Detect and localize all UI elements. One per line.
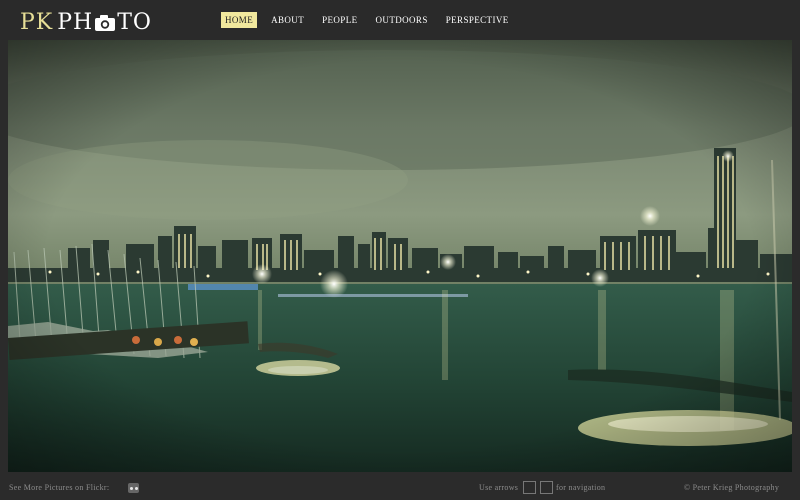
footer-bar: See More Pictures on Flickr: Use arrows … <box>0 475 800 500</box>
main-nav: HOME ABOUT PEOPLE OUTDOORS PERSPECTIVE <box>221 12 513 28</box>
nav-perspective[interactable]: PERSPECTIVE <box>442 12 513 28</box>
logo-word-end: TO <box>117 9 152 35</box>
nav-people[interactable]: PEOPLE <box>318 12 361 28</box>
arrow-right-key-icon[interactable] <box>540 481 553 494</box>
camera-icon <box>94 13 116 31</box>
nav-about[interactable]: ABOUT <box>267 12 308 28</box>
flickr-icon[interactable] <box>128 483 139 493</box>
site-logo[interactable]: PK PH TO <box>20 8 152 36</box>
logo-word-start: PH <box>57 9 94 35</box>
navigation-hint-text: for navigation <box>556 483 606 492</box>
nav-outdoors[interactable]: OUTDOORS <box>372 12 432 28</box>
flickr-link-text[interactable]: See More Pictures on Flickr: <box>9 483 109 492</box>
arrows-hint-text: Use arrows <box>479 483 519 492</box>
nav-home[interactable]: HOME <box>221 12 258 28</box>
logo-monogram: PK <box>20 9 54 35</box>
logo-wordmark: PH TO <box>57 10 152 35</box>
arrow-left-key-icon[interactable] <box>523 481 536 494</box>
copyright-text: © Peter Krieg Photography <box>684 483 780 492</box>
night-skyline-photo <box>8 40 792 472</box>
header-bar: PK PH TO HOME ABOUT PEOPLE OUTDOORS PERS… <box>0 0 800 40</box>
slideshow-photo[interactable] <box>8 40 792 472</box>
